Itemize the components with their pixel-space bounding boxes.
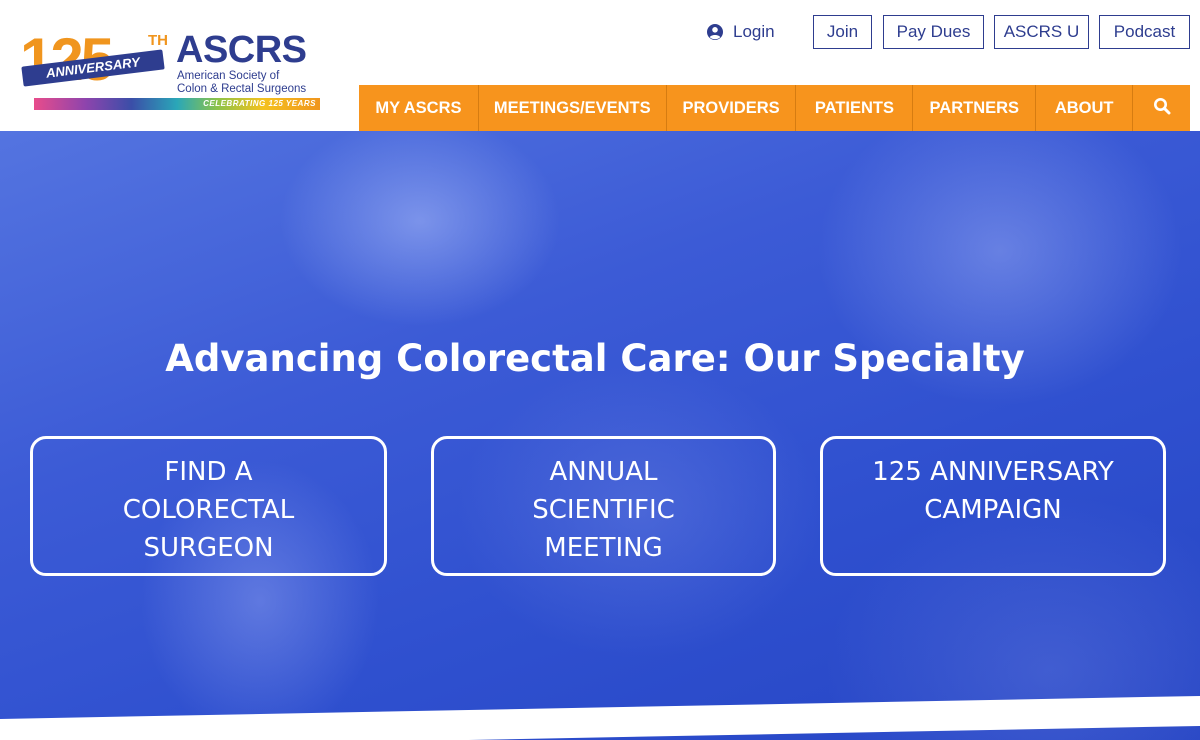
cta-line: SURGEON [143, 533, 274, 563]
cta-line: CAMPAIGN [924, 495, 1062, 525]
site-header: 125 TH ANNIVERSARY ASCRS American Societ… [0, 0, 1200, 131]
login-link[interactable]: Login [706, 20, 775, 44]
logo-tagline: CELEBRATING 125 YEARS [203, 99, 316, 108]
hero-title: Advancing Colorectal Care: Our Specialty [165, 337, 1025, 380]
user-circle-icon [706, 23, 724, 41]
cta-line: SCIENTIFIC [532, 495, 675, 525]
cta-line: 125 ANNIVERSARY [872, 457, 1114, 487]
find-colorectal-surgeon-button[interactable]: FIND A COLORECTAL SURGEON [30, 436, 387, 576]
podcast-button[interactable]: Podcast [1099, 15, 1190, 49]
nav-item-providers[interactable]: PROVIDERS [667, 85, 797, 131]
pay-dues-button[interactable]: Pay Dues [883, 15, 984, 49]
anniversary-campaign-button[interactable]: 125 ANNIVERSARY CAMPAIGN [820, 436, 1166, 576]
logo-superscript: TH [148, 32, 168, 49]
join-button[interactable]: Join [813, 15, 872, 49]
login-label: Login [733, 22, 775, 41]
cta-line: ANNUAL [549, 457, 658, 487]
nav-item-partners[interactable]: PARTNERS [913, 85, 1037, 131]
ascrs-125th-anniversary-logo[interactable]: 125 TH ANNIVERSARY ASCRS American Societ… [20, 28, 320, 114]
cta-line: FIND A [164, 457, 253, 487]
logo-name: ASCRS [176, 29, 307, 71]
annual-scientific-meeting-button[interactable]: ANNUAL SCIENTIFIC MEETING [431, 436, 776, 576]
search-button[interactable] [1133, 85, 1190, 131]
nav-item-my-ascrs[interactable]: MY ASCRS [359, 85, 479, 131]
hero-banner: Advancing Colorectal Care: Our Specialty… [0, 131, 1200, 740]
logo-subtitle-line1: American Society of [177, 70, 280, 82]
ascrs-u-button[interactable]: ASCRS U [994, 15, 1089, 49]
main-navigation: MY ASCRS MEETINGS/EVENTS PROVIDERS PATIE… [359, 85, 1190, 131]
logo-subtitle-line2: Colon & Rectal Surgeons [177, 83, 307, 95]
search-icon [1153, 97, 1171, 119]
hero-bottom-edge [0, 695, 1200, 740]
nav-item-patients[interactable]: PATIENTS [796, 85, 914, 131]
cta-line: COLORECTAL [122, 495, 295, 525]
cta-line: MEETING [544, 533, 663, 563]
nav-item-about[interactable]: ABOUT [1036, 85, 1134, 131]
nav-item-meetings-events[interactable]: MEETINGS/EVENTS [479, 85, 667, 131]
